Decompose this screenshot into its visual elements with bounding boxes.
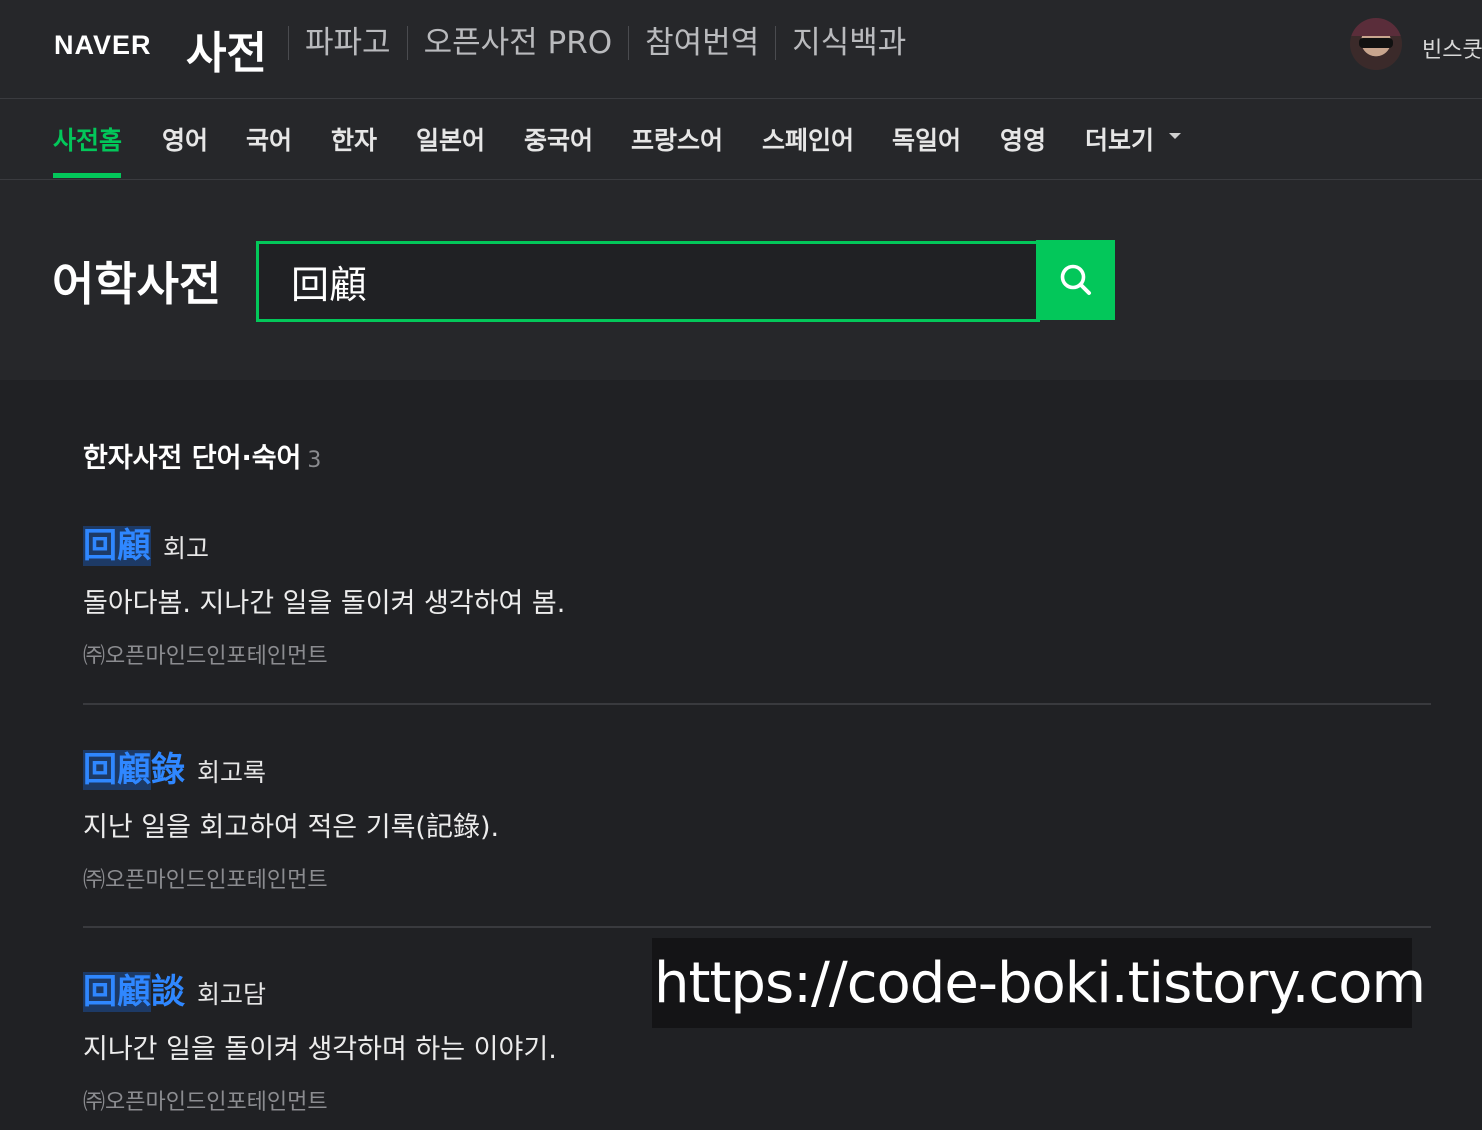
chevron-down-icon[interactable]	[1169, 133, 1181, 139]
hanja-match[interactable]: 回顧	[83, 526, 151, 566]
naver-logo[interactable]: NAVER	[54, 30, 152, 61]
word-source[interactable]: ㈜오픈마인드인포테인먼트	[83, 1084, 1431, 1116]
search-button[interactable]	[1036, 240, 1115, 320]
tab-german[interactable]: 독일어	[892, 121, 961, 157]
word-source[interactable]: ㈜오픈마인드인포테인먼트	[83, 862, 1431, 894]
hanja-rest[interactable]: 談	[151, 972, 185, 1012]
avatar[interactable]	[1350, 18, 1402, 70]
word-reading: 회고록	[197, 758, 267, 787]
word-meaning: 돌아다봄. 지나간 일을 돌이켜 생각하여 봄.	[83, 588, 566, 619]
dictionary-title[interactable]: 사전	[186, 17, 267, 81]
tab-japanese[interactable]: 일본어	[416, 121, 485, 157]
link-participation-translation[interactable]: 참여번역	[628, 26, 775, 60]
list-item: 回顧 회고 돌아다봄. 지나간 일을 돌이켜 생각하여 봄. ㈜오픈마인드인포테인…	[83, 518, 1431, 670]
search-icon	[1060, 264, 1091, 295]
active-tab-indicator	[53, 173, 121, 178]
hanja-word[interactable]: 回顧	[83, 526, 151, 566]
hanja-word[interactable]: 回顧談	[83, 972, 185, 1012]
tab-korean[interactable]: 국어	[246, 121, 292, 157]
username[interactable]: 빈스쿳	[1422, 32, 1482, 64]
link-papago[interactable]: 파파고	[288, 26, 407, 60]
service-links: 파파고 오픈사전 PRO 참여번역 지식백과	[288, 26, 922, 60]
tab-french[interactable]: 프랑스어	[631, 121, 723, 157]
hanja-match[interactable]: 回顧	[83, 972, 151, 1012]
language-tabs: 사전홈 영어 국어 한자 일본어 중국어 프랑스어 스페인어 독일어 영영 더보…	[0, 99, 1482, 180]
watermark-url: https://code-boki.tistory.com	[652, 938, 1426, 1028]
tab-dictionary-home[interactable]: 사전홈	[53, 121, 122, 157]
search-input[interactable]	[259, 244, 1031, 319]
tab-chinese[interactable]: 중국어	[524, 121, 593, 157]
divider	[83, 703, 1431, 705]
word-reading: 회고담	[197, 980, 267, 1009]
word-meaning: 지나간 일을 돌이켜 생각하며 하는 이야기.	[83, 1034, 557, 1065]
tab-hanja[interactable]: 한자	[331, 121, 377, 157]
word-source[interactable]: ㈜오픈마인드인포테인먼트	[83, 638, 1431, 670]
section-title-text[interactable]: 한자사전 단어·숙어	[83, 443, 301, 474]
tab-english-english[interactable]: 영영	[1000, 121, 1046, 157]
hanja-rest[interactable]: 錄	[151, 750, 185, 790]
search-area: 어학사전	[0, 180, 1482, 380]
tab-more[interactable]: 더보기	[1085, 121, 1154, 157]
tab-spanish[interactable]: 스페인어	[762, 121, 854, 157]
word-reading: 회고	[163, 534, 210, 563]
search-heading: 어학사전	[52, 257, 222, 311]
result-count: 3	[307, 448, 322, 473]
link-opendict-pro[interactable]: 오픈사전 PRO	[406, 26, 629, 60]
top-header: NAVER 사전 파파고 오픈사전 PRO 참여번역 지식백과 빈스쿳	[0, 0, 1482, 99]
word-meaning: 지난 일을 회고하여 적은 기록(記錄).	[83, 812, 500, 843]
hanja-word[interactable]: 回顧錄	[83, 750, 185, 790]
section-title: 한자사전 단어·숙어 3	[83, 436, 321, 475]
list-item: 回顧錄 회고록 지난 일을 회고하여 적은 기록(記錄). ㈜오픈마인드인포테인먼…	[83, 742, 1431, 894]
link-knowledge-encyclopedia[interactable]: 지식백과	[775, 26, 922, 60]
avatar-hair	[1350, 18, 1402, 36]
hanja-match[interactable]: 回顧	[83, 750, 151, 790]
search-box	[256, 241, 1040, 322]
divider	[83, 926, 1431, 928]
avatar-glasses	[1359, 38, 1393, 48]
tab-english[interactable]: 영어	[162, 121, 208, 157]
